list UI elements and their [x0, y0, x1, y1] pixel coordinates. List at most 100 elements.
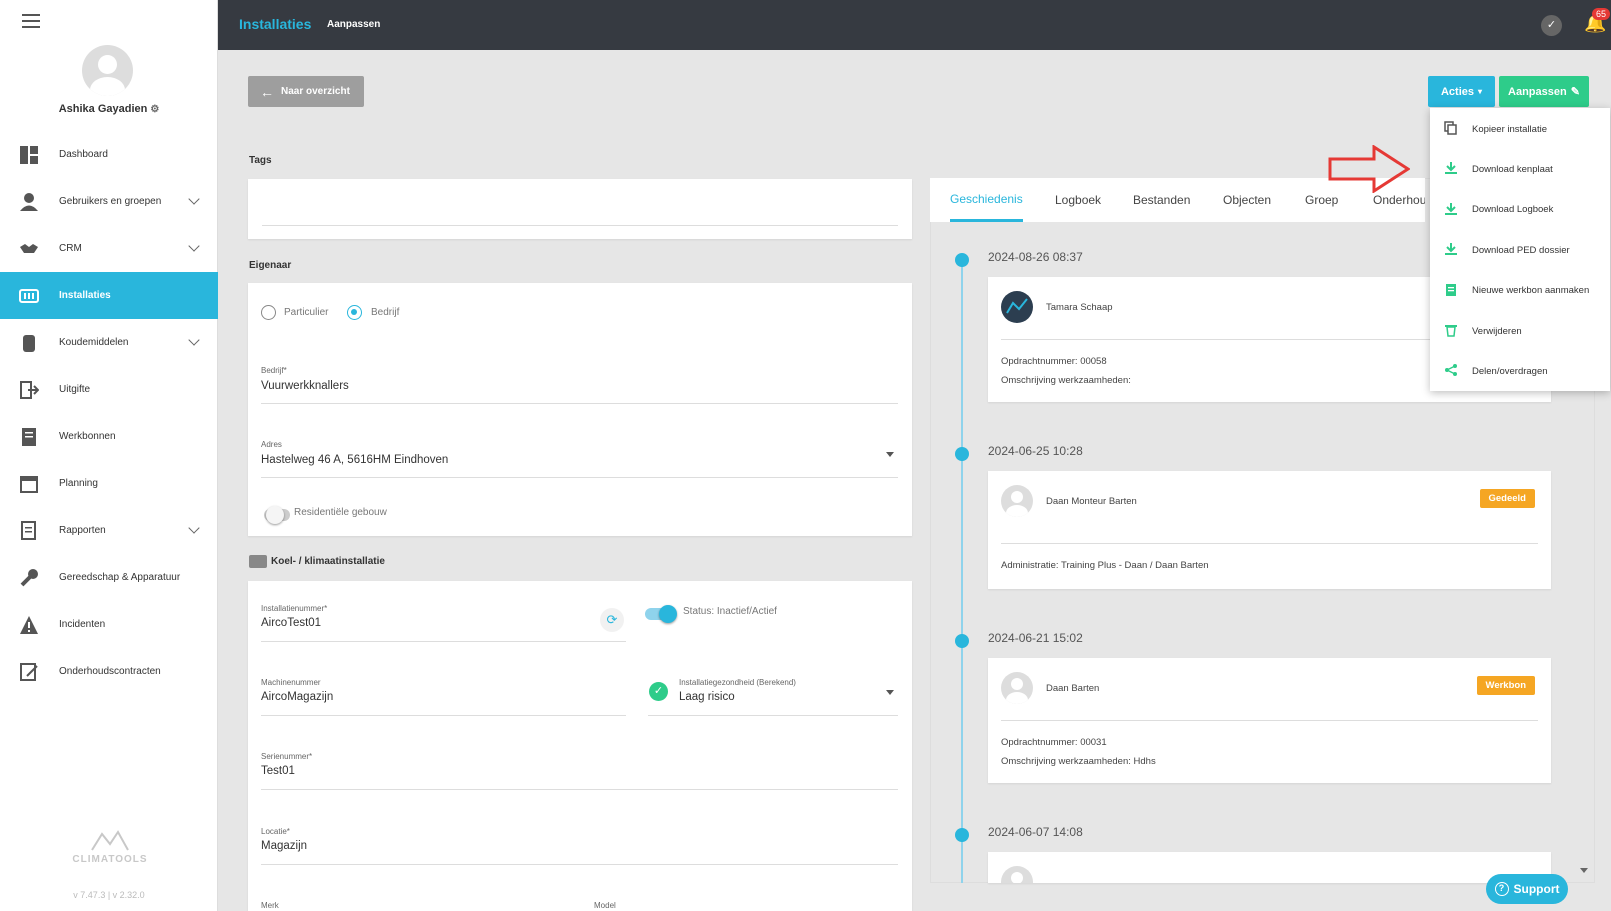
scrollbar[interactable]: [1578, 385, 1590, 880]
avatar: [1001, 291, 1033, 323]
acties-button[interactable]: Acties ▾: [1428, 76, 1495, 107]
timeline-user-name: Daan Barten: [1046, 683, 1100, 694]
sidebar-item-installaties[interactable]: Installaties: [0, 272, 218, 319]
tags-input[interactable]: [262, 225, 898, 226]
notification-badge: 65: [1592, 8, 1611, 20]
tab-bestanden[interactable]: Bestanden: [1133, 178, 1190, 222]
aanpassen-button-label: Aanpassen: [1508, 85, 1567, 98]
share-icon: [1444, 363, 1458, 377]
check-icon[interactable]: ✓: [1541, 15, 1562, 36]
residentieel-toggle[interactable]: [264, 506, 290, 524]
timeline-divider: [1001, 543, 1538, 544]
timeline-dot: [955, 253, 969, 267]
menu-item-nieuwe-werkbon-aanmaken[interactable]: Nieuwe werkbon aanmaken: [1430, 271, 1610, 311]
machinenummer-field[interactable]: AircoMagazijn: [261, 691, 333, 703]
warning-icon: [19, 615, 39, 635]
sidebar-item-dashboard[interactable]: Dashboard: [0, 131, 218, 178]
radio-bedrijf-label: Bedrijf: [371, 307, 400, 318]
adres-label: Adres: [261, 440, 282, 449]
help-icon: ?: [1494, 882, 1509, 896]
sidebar-item-label: Planning: [59, 478, 98, 489]
adres-field[interactable]: Hastelweg 46 A, 5616HM Eindhoven: [261, 454, 448, 466]
refresh-icon[interactable]: ⟳: [600, 608, 624, 632]
menu-item-label: Verwijderen: [1472, 325, 1522, 337]
status-badge: Gedeeld: [1479, 489, 1535, 508]
avatar: [1001, 672, 1033, 704]
user-name-row[interactable]: Ashika Gayadien ⚙: [0, 103, 218, 115]
adres-underline: [261, 477, 898, 478]
avatar: [1001, 866, 1033, 883]
timeline-card[interactable]: Daan Barten Werkbon Opdrachtnummer: 00031 O…: [988, 658, 1551, 783]
tab-logboek[interactable]: Logboek: [1055, 178, 1101, 222]
menu-item-kopieer-installatie[interactable]: Kopieer installatie: [1430, 109, 1610, 149]
eigenaar-label: Eigenaar: [249, 260, 292, 271]
chevron-down-icon[interactable]: [188, 193, 200, 205]
sidebar-item-planning[interactable]: Planning: [0, 460, 218, 507]
support-label: Support: [1513, 882, 1560, 896]
timeline-detail: Omschrijving werkzaamheden: Hdhs: [1001, 756, 1156, 767]
sidebar-item-gereedschap-apparatuur[interactable]: Gereedschap & Apparatuur: [0, 554, 218, 601]
back-to-overview-button[interactable]: ← Naar overzicht: [248, 76, 364, 107]
sidebar-item-crm[interactable]: CRM: [0, 225, 218, 272]
bedrijf-field[interactable]: Vuurwerkknallers: [261, 380, 349, 392]
hamburger-menu-icon[interactable]: [22, 14, 40, 28]
koel-card: Installatienummer* AircoTest01 ⟳ Status:…: [248, 581, 912, 911]
chevron-down-icon[interactable]: [188, 334, 200, 346]
trash-icon: [1444, 323, 1458, 337]
timeline-card[interactable]: Daan Monteur Barten Gedeeld Administratie:…: [988, 471, 1551, 589]
sidebar-item-label: Koudemiddelen: [59, 337, 129, 348]
user-avatar[interactable]: [82, 45, 133, 96]
timeline-user-name: Daan Monteur Barten: [1046, 496, 1137, 507]
menu-item-verwijderen[interactable]: Verwijderen: [1430, 311, 1610, 351]
radio-particulier[interactable]: [261, 305, 276, 320]
locatie-field[interactable]: Magazijn: [261, 840, 307, 852]
locatie-underline: [261, 864, 898, 865]
avatar: [1001, 485, 1033, 517]
refrigerant-icon: [19, 333, 39, 353]
chevron-down-icon[interactable]: [188, 240, 200, 252]
menu-item-download-logboek[interactable]: Download Logboek: [1430, 190, 1610, 230]
menu-item-label: Nieuwe werkbon aanmaken: [1472, 285, 1590, 297]
radio-bedrijf[interactable]: [347, 305, 362, 320]
sidebar-item-incidenten[interactable]: Incidenten: [0, 601, 218, 648]
aanpassen-button[interactable]: Aanpassen ✎: [1499, 76, 1589, 107]
timeline-dot: [955, 828, 969, 842]
timeline-date: 2024-06-25 10:28: [988, 444, 1083, 458]
gezondheid-field[interactable]: Laag risico: [679, 691, 735, 703]
report-icon: [19, 521, 39, 541]
tab-objecten[interactable]: Objecten: [1223, 178, 1271, 222]
scroll-down-icon[interactable]: [1580, 868, 1588, 873]
sidebar-item-label: CRM: [59, 243, 82, 254]
tab-geschiedenis[interactable]: Geschiedenis: [950, 178, 1023, 222]
sidebar-item-koudemiddelen[interactable]: Koudemiddelen: [0, 319, 218, 366]
sidebar-item-werkbonnen[interactable]: Werkbonnen: [0, 413, 218, 460]
sidebar-item-gebruikers-en-groepen[interactable]: Gebruikers en groepen: [0, 178, 218, 225]
support-button[interactable]: ? Support: [1486, 874, 1568, 904]
timeline-card[interactable]: [988, 852, 1551, 883]
calendar-icon: [19, 474, 39, 494]
status-toggle[interactable]: [645, 605, 677, 623]
gezondheid-dropdown-icon[interactable]: [886, 690, 894, 695]
sidebar-item-onderhoudscontracten[interactable]: Onderhoudscontracten: [0, 648, 218, 695]
version-text: v 7.47.3 | v 2.32.0: [73, 890, 145, 900]
sidebar-item-label: Uitgifte: [59, 384, 91, 395]
acties-dropdown-menu: Kopieer installatie Download kenplaat Down…: [1430, 108, 1610, 391]
sidebar: Ashika Gayadien ⚙ Dashboard Gebruikers en …: [0, 0, 218, 911]
serienummer-field[interactable]: Test01: [261, 765, 295, 777]
timeline-line: [961, 258, 963, 883]
page-title: Installaties: [239, 16, 312, 32]
sidebar-item-label: Dashboard: [59, 149, 108, 160]
adres-dropdown-icon[interactable]: [886, 452, 894, 457]
eigenaar-card: Particulier Bedrijf Bedrijf* Vuurwerkkna…: [248, 283, 912, 536]
status-badge: Werkbon: [1476, 676, 1535, 695]
menu-item-download-ped-dossier[interactable]: Download PED dossier: [1430, 230, 1610, 270]
gear-icon[interactable]: ⚙: [150, 104, 159, 115]
chevron-down-icon[interactable]: [188, 522, 200, 534]
user-icon: [19, 192, 39, 212]
menu-item-delen-overdragen[interactable]: Delen/overdragen: [1430, 351, 1610, 391]
sidebar-item-uitgifte[interactable]: Uitgifte: [0, 366, 218, 413]
page-subtitle: Aanpassen: [327, 19, 381, 30]
menu-item-download-kenplaat[interactable]: Download kenplaat: [1430, 149, 1610, 189]
sidebar-item-rapporten[interactable]: Rapporten: [0, 507, 218, 554]
installatienummer-field[interactable]: AircoTest01: [261, 617, 321, 629]
